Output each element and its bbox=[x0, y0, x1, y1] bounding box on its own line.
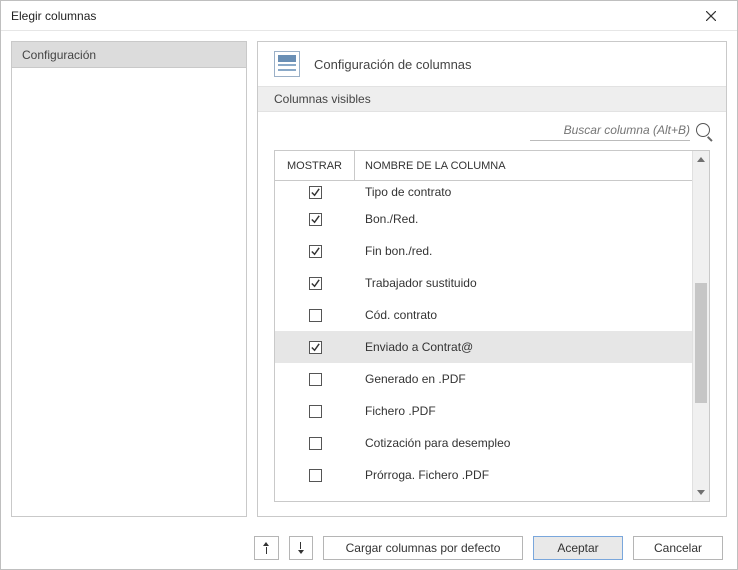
table-row[interactable]: Prórroga. Fichero .PDF bbox=[275, 459, 692, 491]
column-name-label: Generado en .PDF bbox=[355, 372, 692, 386]
column-name-label: Fichero .PDF bbox=[355, 404, 692, 418]
close-icon bbox=[706, 11, 716, 21]
table-header-show[interactable]: MOSTRAR bbox=[275, 151, 355, 180]
column-name-label: Cód. contrato bbox=[355, 308, 692, 322]
cell-show bbox=[275, 277, 355, 290]
arrow-down-icon bbox=[298, 550, 304, 554]
column-name-label: Enviado a Contrat@ bbox=[355, 340, 692, 354]
dialog-footer: Cargar columnas por defecto Aceptar Canc… bbox=[1, 527, 737, 569]
table-row[interactable]: Cód. contrato bbox=[275, 299, 692, 331]
column-name-label: Prórroga. Fichero .PDF bbox=[355, 468, 692, 482]
search-input[interactable] bbox=[530, 120, 690, 141]
sidebar-item-configuracion[interactable]: Configuración bbox=[12, 42, 246, 68]
show-column-checkbox[interactable] bbox=[309, 186, 322, 199]
table-header-row: MOSTRAR NOMBRE DE LA COLUMNA bbox=[275, 151, 692, 181]
sidebar: Configuración bbox=[11, 41, 247, 517]
cell-show bbox=[275, 373, 355, 386]
window-title: Elegir columnas bbox=[11, 9, 693, 23]
show-column-checkbox[interactable] bbox=[309, 245, 322, 258]
columns-table: MOSTRAR NOMBRE DE LA COLUMNA Tipo de con… bbox=[274, 150, 710, 502]
show-column-checkbox[interactable] bbox=[309, 405, 322, 418]
chevron-up-icon bbox=[697, 157, 705, 162]
table-row[interactable]: Trabajador sustituido bbox=[275, 267, 692, 299]
show-column-checkbox[interactable] bbox=[309, 309, 322, 322]
cancel-button[interactable]: Cancelar bbox=[633, 536, 723, 560]
cell-show bbox=[275, 213, 355, 226]
show-column-checkbox[interactable] bbox=[309, 437, 322, 450]
table-row[interactable]: Fichero .PDF bbox=[275, 395, 692, 427]
table-header-name[interactable]: NOMBRE DE LA COLUMNA bbox=[355, 151, 692, 180]
table-rows: Tipo de contrato Bon./Red. Fin bon./red. Tr… bbox=[275, 181, 692, 501]
chevron-down-icon bbox=[697, 490, 705, 495]
column-name-label: Bon./Red. bbox=[355, 212, 692, 226]
section-header: Columnas visibles bbox=[258, 86, 726, 112]
show-column-checkbox[interactable] bbox=[309, 469, 322, 482]
table-row[interactable]: Generado en .PDF bbox=[275, 363, 692, 395]
table-body: MOSTRAR NOMBRE DE LA COLUMNA Tipo de con… bbox=[275, 151, 692, 501]
vertical-scrollbar[interactable] bbox=[692, 151, 709, 501]
panel-header: Configuración de columnas bbox=[258, 42, 726, 86]
move-up-button[interactable] bbox=[254, 536, 278, 560]
column-name-label: Tipo de contrato bbox=[355, 185, 692, 199]
table-row[interactable]: Cotización para desempleo bbox=[275, 427, 692, 459]
table-row[interactable]: Tipo de contrato bbox=[275, 181, 692, 203]
cell-show bbox=[275, 186, 355, 199]
right-panel: Configuración de columnas Columnas visib… bbox=[257, 41, 727, 517]
cell-show bbox=[275, 469, 355, 482]
column-name-label: Fin bon./red. bbox=[355, 244, 692, 258]
columns-config-icon bbox=[274, 51, 300, 77]
search-bar bbox=[258, 112, 726, 148]
cell-show bbox=[275, 341, 355, 354]
cell-show bbox=[275, 245, 355, 258]
column-name-label: Cotización para desempleo bbox=[355, 436, 692, 450]
search-icon[interactable] bbox=[696, 123, 710, 137]
sidebar-item-label: Configuración bbox=[22, 48, 96, 62]
show-column-checkbox[interactable] bbox=[309, 341, 322, 354]
section-label: Columnas visibles bbox=[274, 92, 371, 106]
scroll-up-button[interactable] bbox=[693, 151, 709, 168]
accept-button[interactable]: Aceptar bbox=[533, 536, 623, 560]
table-row[interactable]: Bon./Red. bbox=[275, 203, 692, 235]
titlebar: Elegir columnas bbox=[1, 1, 737, 31]
scrollbar-thumb[interactable] bbox=[695, 283, 707, 403]
dialog-window: Elegir columnas Configuración Configurac… bbox=[0, 0, 738, 570]
cell-show bbox=[275, 437, 355, 450]
column-name-label: Trabajador sustituido bbox=[355, 276, 692, 290]
load-default-columns-button[interactable]: Cargar columnas por defecto bbox=[323, 536, 523, 560]
show-column-checkbox[interactable] bbox=[309, 373, 322, 386]
show-column-checkbox[interactable] bbox=[309, 213, 322, 226]
cell-show bbox=[275, 309, 355, 322]
panel-title: Configuración de columnas bbox=[314, 57, 472, 72]
close-button[interactable] bbox=[693, 2, 729, 30]
table-row[interactable]: Fin bon./red. bbox=[275, 235, 692, 267]
move-down-button[interactable] bbox=[289, 536, 313, 560]
scroll-down-button[interactable] bbox=[693, 484, 709, 501]
arrow-up-icon bbox=[263, 542, 269, 546]
dialog-body: Configuración Configuración de columnas … bbox=[1, 31, 737, 527]
cell-show bbox=[275, 405, 355, 418]
table-row[interactable]: Enviado a Contrat@ bbox=[275, 331, 692, 363]
show-column-checkbox[interactable] bbox=[309, 277, 322, 290]
